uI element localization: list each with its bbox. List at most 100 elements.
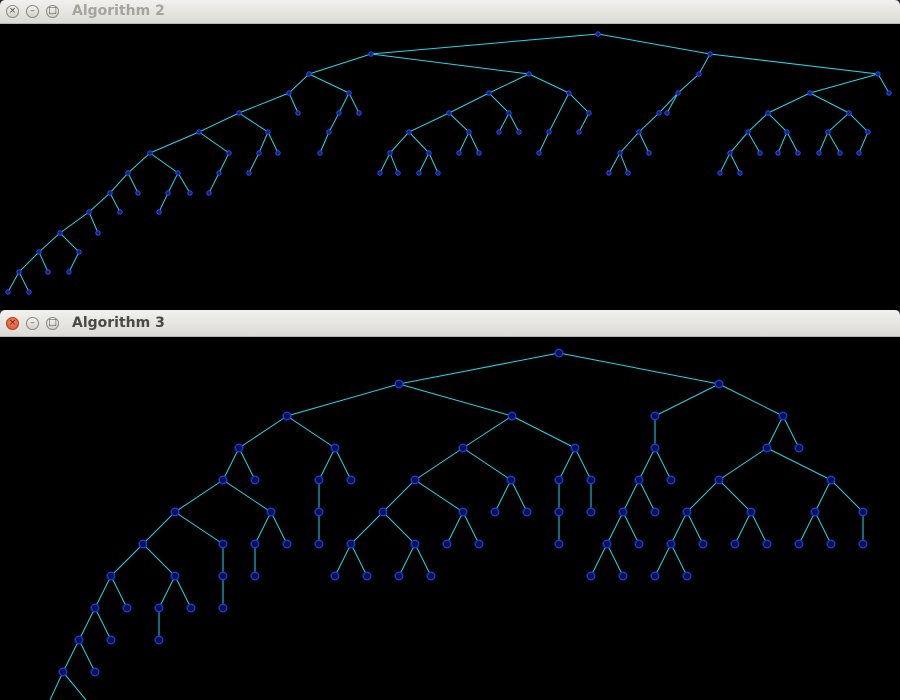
tree-edge <box>767 92 811 114</box>
tree-edge <box>670 543 688 577</box>
tree-node <box>826 539 836 549</box>
tree-node <box>36 249 42 255</box>
tree-edge <box>142 543 176 577</box>
tree-node <box>586 507 596 517</box>
tree-edge <box>78 639 96 673</box>
maximize-button[interactable]: □ <box>46 5 59 18</box>
tree-edge <box>18 271 30 293</box>
tree-edge <box>238 447 256 481</box>
tree-edge <box>494 479 512 513</box>
minimize-icon: – <box>30 318 35 328</box>
window-title: Algorithm 3 <box>72 315 165 331</box>
tree-node <box>346 90 352 96</box>
tree-edge <box>858 131 869 154</box>
tree-node <box>496 129 502 135</box>
maximize-button[interactable]: □ <box>46 317 59 330</box>
tree-edge <box>462 415 513 449</box>
tree-edge <box>158 575 176 609</box>
tree-node <box>314 507 324 517</box>
tree-node <box>442 539 452 549</box>
tree-node <box>135 190 141 196</box>
tree-node <box>456 150 462 156</box>
tree-edge <box>308 73 350 94</box>
tree-node <box>606 170 612 176</box>
tree-node <box>554 348 564 358</box>
tree-edge <box>319 131 330 154</box>
tree-edge <box>398 383 513 417</box>
tree-node <box>250 571 260 581</box>
tree-node <box>330 571 340 581</box>
tree-node <box>546 129 552 135</box>
tree-edge <box>568 92 590 114</box>
tree-edge <box>709 53 879 75</box>
tree-edge <box>606 543 624 577</box>
tree-edge <box>818 131 829 154</box>
tree-node <box>826 475 836 485</box>
minimize-button[interactable]: – <box>26 5 39 18</box>
tree-edge <box>488 73 530 94</box>
tree-edge <box>222 447 240 481</box>
tree-edge <box>109 192 121 213</box>
tree-node <box>117 209 123 215</box>
tree-node <box>122 603 132 613</box>
tree-node <box>778 411 788 421</box>
tree-node <box>45 269 51 275</box>
tree-edge <box>608 152 621 174</box>
tree-edge <box>370 53 530 75</box>
window-titlebar[interactable]: × – □ Algorithm 3 <box>0 310 900 337</box>
close-button[interactable]: × <box>6 317 19 330</box>
tree-edge <box>198 112 240 133</box>
tree-node <box>458 507 468 517</box>
tree-edge <box>38 251 49 273</box>
tree-edge <box>654 383 720 417</box>
tree-edge <box>62 639 80 673</box>
tree-node <box>595 31 601 37</box>
tree-edge <box>698 53 711 75</box>
tree-edge <box>382 511 416 545</box>
tree-node <box>682 571 692 581</box>
tree-edge <box>654 543 672 577</box>
tree-edge <box>318 447 336 481</box>
tree-edge <box>149 152 179 174</box>
tree-node <box>618 571 628 581</box>
tree-node <box>406 129 412 135</box>
tree-node <box>746 507 756 517</box>
tree-node <box>526 71 532 77</box>
tree-edge <box>414 479 464 513</box>
tree-edge <box>286 383 400 417</box>
tree-edge <box>638 479 656 513</box>
tree-edge <box>127 152 151 174</box>
tree-edge <box>827 112 850 133</box>
tree-node <box>394 571 404 581</box>
tree-node <box>714 379 724 389</box>
tree-edge <box>334 543 352 577</box>
tree-node <box>387 150 393 156</box>
tree-node <box>266 507 276 517</box>
tree-node <box>507 411 517 421</box>
tree-node <box>196 129 202 135</box>
tree-node <box>717 170 723 176</box>
tree-edge <box>538 131 550 154</box>
tree-node <box>170 571 180 581</box>
tree-node <box>57 230 63 236</box>
tree-edge <box>719 152 731 174</box>
tree-edge <box>350 543 368 577</box>
tree-node <box>26 289 32 295</box>
tree-edge <box>88 192 111 213</box>
tree-node <box>794 443 804 453</box>
tree-node <box>395 170 401 176</box>
tree-node <box>775 150 781 156</box>
tree-node <box>634 539 644 549</box>
tree-edge <box>389 131 410 154</box>
tree-node <box>426 150 432 156</box>
close-icon: × <box>8 6 17 16</box>
tree-node <box>5 289 11 295</box>
tree-node <box>646 150 652 156</box>
window-titlebar[interactable]: × – □ Algorithm 2 <box>0 0 900 24</box>
minimize-button[interactable]: – <box>26 317 39 330</box>
tree-node <box>58 667 68 677</box>
tree-edge <box>619 152 629 174</box>
tree-edge <box>338 92 350 114</box>
close-button[interactable]: × <box>6 5 19 18</box>
maximize-icon: □ <box>48 318 57 328</box>
